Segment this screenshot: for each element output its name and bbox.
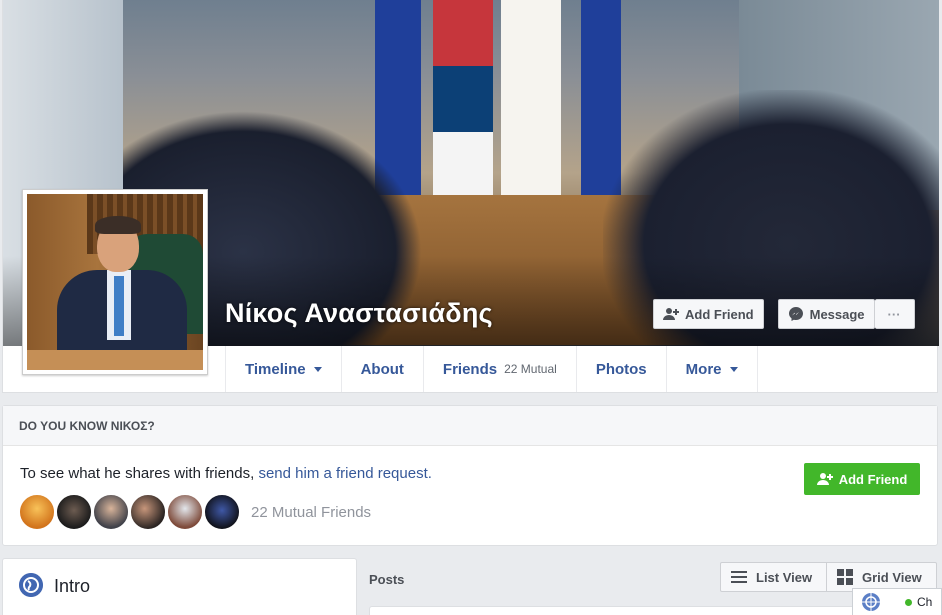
post-card [369,606,855,615]
list-view-button[interactable]: List View [720,562,827,592]
add-friend-icon [663,308,679,320]
add-friend-green-button[interactable]: Add Friend [804,463,920,495]
mutual-friend-avatar[interactable] [19,494,55,530]
profile-picture[interactable] [22,189,208,375]
tab-label: Photos [595,360,647,378]
mutual-friend-avatar[interactable] [167,494,203,530]
tab-friends[interactable]: Friends 22 Mutual [422,346,576,392]
tab-label: Timeline [245,360,306,378]
add-friend-label: Add Friend [838,471,908,487]
intro-title: Intro [54,576,91,596]
message-button[interactable]: Message [777,299,875,329]
tab-about[interactable]: About [340,346,423,392]
mutual-friends-row: 22 Mutual Friends [19,494,371,530]
grid-view-label: Grid View [862,569,922,585]
profile-page: Νίκος Αναστασιάδης Add Friend Message ··… [0,0,942,615]
posts-label: Posts [369,572,405,587]
tab-label: Friends [442,360,498,378]
prompt-text: To see what he shares with friends, [20,465,255,482]
add-friend-icon [816,473,833,485]
intro-card: Intro [2,558,357,615]
globe-icon [862,593,880,611]
timeline-nav: Timeline About Friends 22 Mutual Photos … [225,346,758,392]
friend-request-link[interactable]: send him a friend request. [258,465,431,482]
tab-timeline[interactable]: Timeline [225,346,341,392]
mutual-friend-avatar[interactable] [93,494,129,530]
mutual-friend-avatar[interactable] [130,494,166,530]
message-label: Message [809,306,865,322]
profile-header-card: Νίκος Αναστασιάδης Add Friend Message ··… [2,0,939,393]
mutual-friend-avatar[interactable] [56,494,92,530]
profile-name[interactable]: Νίκος Αναστασιάδης [225,298,493,329]
more-options-button[interactable]: ··· [874,299,915,329]
tie [114,276,124,336]
add-friend-label: Add Friend [685,306,754,322]
tab-label: About [360,360,404,378]
caret-down-icon [313,366,322,372]
do-you-know-card: DO YOU KNOW ΝΙΚΟΣ? To see what he shares… [2,405,938,546]
tab-photos[interactable]: Photos [575,346,666,392]
avatar [27,194,203,370]
chat-bar[interactable]: Ch [852,588,942,615]
cover-actions: Add Friend Message ··· [653,299,915,329]
tab-label: More [685,360,722,378]
add-friend-button[interactable]: Add Friend [653,299,764,329]
friend-request-prompt: To see what he shares with friends, send… [20,465,432,482]
tab-more[interactable]: More [665,346,758,392]
messenger-icon [788,307,803,321]
online-status-dot [905,598,912,606]
list-icon [731,571,747,583]
desk [27,350,203,370]
list-view-label: List View [756,569,813,585]
serbia-flag [433,0,493,200]
mutual-friend-avatar[interactable] [204,494,240,530]
hair [95,216,141,234]
do-you-know-heading: DO YOU KNOW ΝΙΚΟΣ? [3,406,937,446]
grid-icon [837,569,853,585]
caret-down-icon [729,366,738,372]
globe-icon [19,573,43,597]
chat-label: Ch [917,595,933,609]
cyprus-flag [501,0,561,200]
mutual-count: 22 Mutual [504,362,557,376]
mutual-friends-link[interactable]: 22 Mutual Friends [251,504,371,521]
